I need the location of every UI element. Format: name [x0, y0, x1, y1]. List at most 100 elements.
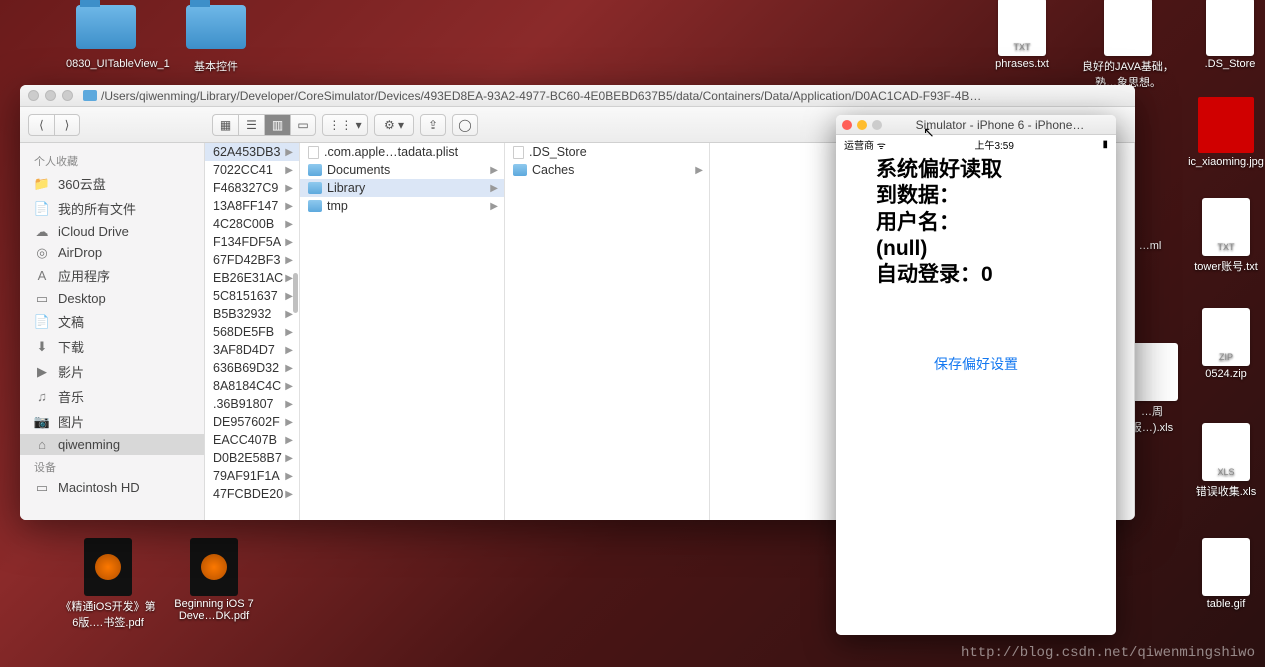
column-row[interactable]: F468327C9▶: [205, 179, 299, 197]
sidebar-item[interactable]: ◎AirDrop: [20, 242, 204, 263]
row-label: 67FD42BF3: [213, 253, 280, 267]
forward-button[interactable]: ⟩: [54, 114, 80, 136]
column-row[interactable]: 568DE5FB▶: [205, 323, 299, 341]
sidebar-item[interactable]: ⌂qiwenming: [20, 434, 204, 455]
sidebar-icon: ☁: [34, 225, 50, 239]
chevron-right-icon: ▶: [490, 183, 498, 194]
desktop-file[interactable]: 良好的JAVA基础，熟…象思想。: [1080, 0, 1176, 90]
sidebar-item[interactable]: 📁360云盘: [20, 171, 204, 196]
column-3[interactable]: .DS_Store Caches▶: [505, 143, 710, 520]
row-label: .DS_Store: [529, 145, 587, 159]
column-row[interactable]: 7022CC41▶: [205, 161, 299, 179]
column-row[interactable]: 47FCBDE20▶: [205, 485, 299, 503]
desktop-file[interactable]: .DS_Store: [1190, 0, 1265, 70]
column-row[interactable]: 79AF91F1A▶: [205, 467, 299, 485]
file-icon: [1198, 0, 1262, 54]
folder-icon: [74, 0, 138, 54]
simulator-title: Simulator - iPhone 6 - iPhone…: [890, 118, 1110, 132]
column-row[interactable]: .36B91807▶: [205, 395, 299, 413]
sidebar-label: iCloud Drive: [58, 224, 129, 239]
desktop-file[interactable]: TXT tower账号.txt: [1186, 200, 1265, 274]
column-row[interactable]: 13A8FF147▶: [205, 197, 299, 215]
view-icon-button[interactable]: ▦: [212, 114, 238, 136]
nav-buttons: ⟨ ⟩: [28, 114, 80, 136]
chevron-right-icon: ▶: [490, 165, 498, 176]
column-1[interactable]: 62A453DB3▶7022CC41▶F468327C9▶13A8FF147▶4…: [205, 143, 300, 520]
sidebar-item[interactable]: 📄文稿: [20, 309, 204, 334]
view-coverflow-button[interactable]: ▭: [290, 114, 316, 136]
view-column-button[interactable]: ▥: [264, 114, 290, 136]
sidebar-item[interactable]: ▭Macintosh HD: [20, 477, 204, 498]
sidebar-item[interactable]: ☁ iCloud Drive: [20, 221, 204, 242]
column-row[interactable]: F134FDF5A▶: [205, 233, 299, 251]
finder-sidebar: 个人收藏 📁360云盘📄我的所有文件☁iCloud Drive◎AirDropA…: [20, 143, 205, 520]
column-row[interactable]: 8A8184C4C▶: [205, 377, 299, 395]
back-button[interactable]: ⟨: [28, 114, 54, 136]
column-row[interactable]: EACC407B▶: [205, 431, 299, 449]
icon-label: 0524.zip: [1186, 368, 1265, 380]
wifi-icon: ᯤ: [877, 141, 886, 152]
icon-label: tower账号.txt: [1186, 258, 1265, 274]
share-button[interactable]: ⇪: [420, 114, 446, 136]
watermark: http://blog.csdn.net/qiwenmingshiwo: [961, 645, 1255, 661]
desktop-folder[interactable]: 0830_UITableView_1: [66, 0, 146, 70]
sidebar-item[interactable]: 📷图片: [20, 409, 204, 434]
finder-titlebar[interactable]: /Users/qiwenming/Library/Developer/CoreS…: [20, 85, 1135, 107]
icon-label: …ml: [1130, 240, 1170, 252]
column-2[interactable]: .com.apple…tadata.plistDocuments▶Library…: [300, 143, 505, 520]
traffic-lights[interactable]: [842, 120, 882, 130]
desktop-pdf[interactable]: 《精通iOS开发》第6版.…书签.pdf: [58, 540, 158, 630]
desktop-image[interactable]: ic_xiaoming.jpg: [1186, 98, 1265, 168]
sidebar-label: Macintosh HD: [58, 480, 140, 495]
sidebar-item[interactable]: 📄我的所有文件: [20, 196, 204, 221]
desktop-pdf[interactable]: Beginning iOS 7 Deve…DK.pdf: [164, 540, 264, 622]
sidebar-item[interactable]: ▭Desktop: [20, 288, 204, 309]
desktop-file[interactable]: XLS 错误收集.xls: [1186, 425, 1265, 499]
desktop-file[interactable]: table.gif: [1186, 540, 1265, 610]
column-row[interactable]: .DS_Store: [505, 143, 709, 161]
simulator-content: 系统偏好读取 到数据： 用户名： (null) 自动登录：0 保存偏好设置: [836, 153, 1116, 635]
column-row[interactable]: .com.apple…tadata.plist: [300, 143, 504, 161]
save-preferences-link[interactable]: 保存偏好设置: [876, 354, 1076, 374]
simulator-titlebar[interactable]: Simulator - iPhone 6 - iPhone…: [836, 115, 1116, 135]
desktop-file[interactable]: ZIP 0524.zip: [1186, 310, 1265, 380]
sidebar-item[interactable]: A应用程序: [20, 263, 204, 288]
xls-icon: XLS: [1194, 425, 1258, 479]
column-row[interactable]: DE957602F▶: [205, 413, 299, 431]
column-row[interactable]: B5B32932▶: [205, 305, 299, 323]
pdf-icon: [76, 540, 140, 594]
traffic-lights[interactable]: [28, 90, 73, 101]
column-row[interactable]: 5C8151637▶: [205, 287, 299, 305]
column-row[interactable]: EB26E31AC▶: [205, 269, 299, 287]
desktop-file[interactable]: …ml: [1130, 240, 1170, 252]
tags-button[interactable]: ◯: [452, 114, 478, 136]
column-row[interactable]: tmp▶: [300, 197, 504, 215]
sidebar-item[interactable]: ▶影片: [20, 359, 204, 384]
icon-label: .DS_Store: [1190, 58, 1265, 70]
sidebar-icon: 📄: [34, 202, 50, 216]
desktop-file[interactable]: TXT phrases.txt: [982, 0, 1062, 70]
column-row[interactable]: Documents▶: [300, 161, 504, 179]
column-row[interactable]: Library▶: [300, 179, 504, 197]
file-icon: [308, 146, 319, 159]
column-row[interactable]: Caches▶: [505, 161, 709, 179]
column-row[interactable]: 636B69D32▶: [205, 359, 299, 377]
view-list-button[interactable]: ☰: [238, 114, 264, 136]
icon-label: ic_xiaoming.jpg: [1186, 156, 1265, 168]
row-label: 62A453DB3: [213, 145, 280, 159]
sidebar-label: 360云盘: [58, 174, 106, 193]
column-row[interactable]: 67FD42BF3▶: [205, 251, 299, 269]
column-row[interactable]: 62A453DB3▶: [205, 143, 299, 161]
sidebar-item[interactable]: ♫音乐: [20, 384, 204, 409]
column-row[interactable]: D0B2E58B7▶: [205, 449, 299, 467]
arrange-button[interactable]: ⋮⋮ ▾: [322, 114, 368, 136]
column-row[interactable]: 4C28C00B▶: [205, 215, 299, 233]
icon-label: phrases.txt: [982, 58, 1062, 70]
action-button[interactable]: ⚙ ▾: [374, 114, 414, 136]
desktop-folder[interactable]: 基本控件: [176, 0, 256, 74]
sidebar-item[interactable]: ⬇下载: [20, 334, 204, 359]
row-label: 568DE5FB: [213, 325, 274, 339]
column-row[interactable]: 3AF8D4D7▶: [205, 341, 299, 359]
sidebar-icon: ⬇: [34, 340, 50, 354]
row-label: 8A8184C4C: [213, 379, 281, 393]
